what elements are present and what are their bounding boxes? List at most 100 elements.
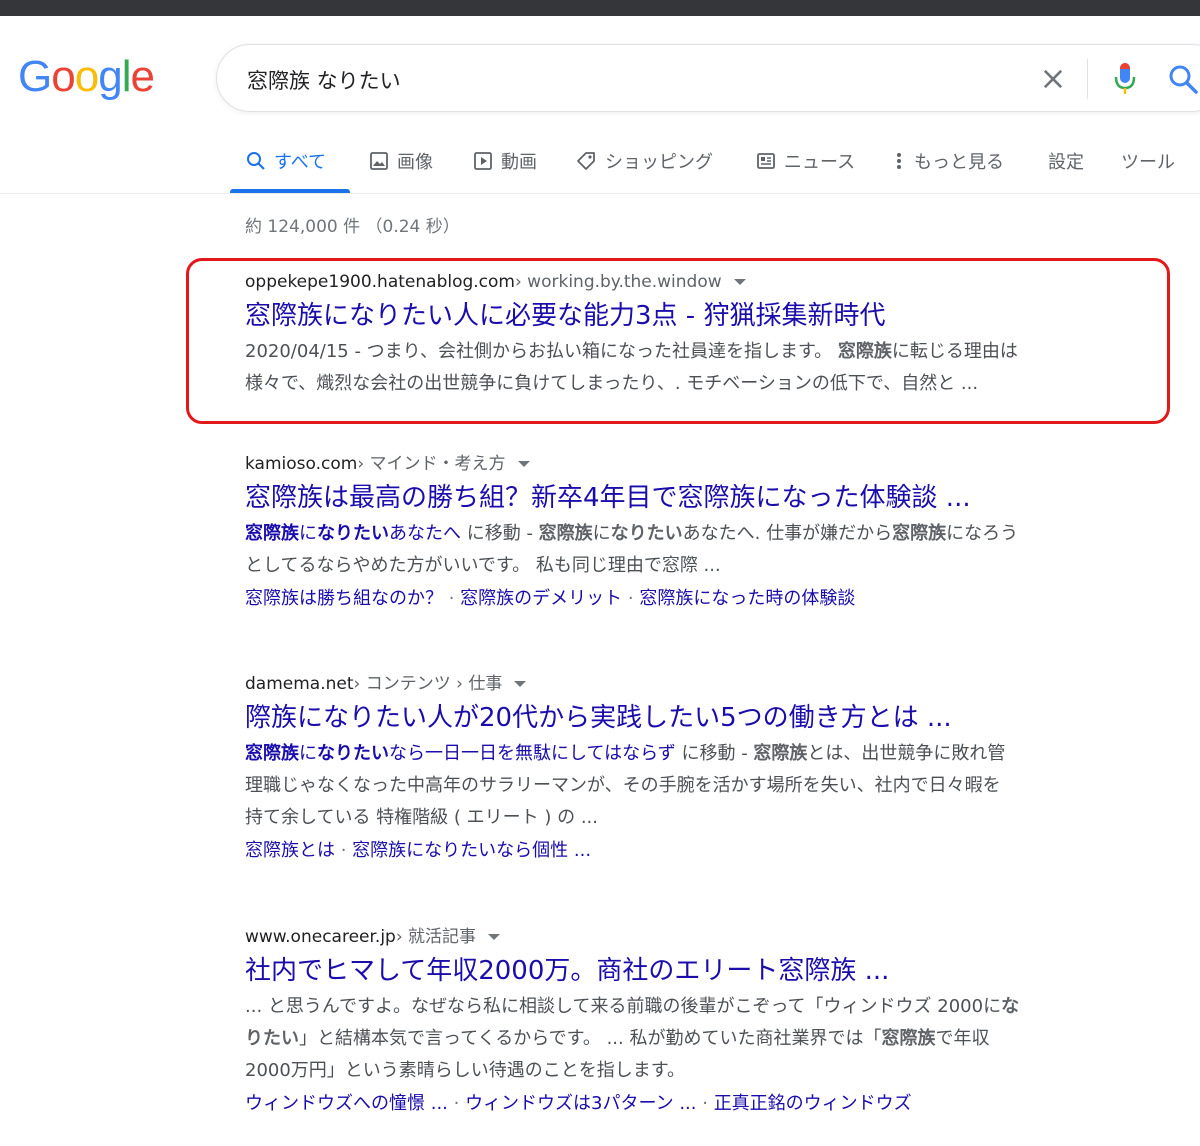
tab-more[interactable]: もっと見る [892, 144, 1004, 178]
snippet-text: 様々で、熾烈な会社の出世競争に負けてしまったり、. モチベーションの低下で、自然… [245, 373, 979, 394]
tab-label: すべて [274, 152, 327, 173]
snippet-text: 持て余している 特権階級 ( エリート ) の ... [245, 807, 598, 828]
snippet-keyword: なりたい [317, 523, 389, 544]
result-snippet: ... と思うんですよ。なぜなら私に相談して来る前職の後輩がこぞって「ウィンドウ… [245, 991, 1145, 1087]
snippet-text: になろう [946, 523, 1019, 544]
tab-all[interactable]: すべて [246, 144, 326, 178]
result-domain: www.onecareer.jp [245, 927, 396, 947]
result-sitelinks: 窓際族とは · 窓際族になりたいなら個性 ... [245, 840, 592, 861]
sitelink[interactable]: 正真正銘のウィンドウズ [714, 1093, 912, 1114]
sitelink[interactable]: 窓際族のデメリット [460, 588, 622, 609]
snippet-text: としてるならやめた方がいいです。 私も同じ理由で窓際 ... [245, 555, 721, 576]
snippet-text: なら一日一日を無駄にしてはならず [389, 743, 676, 764]
snippet-keyword: なりたい [317, 743, 389, 764]
snippet-text: 2020/04/15 - つまり、会社側からお払い箱になった社員達を指します。 [245, 341, 833, 362]
tab-shopping[interactable]: ショッピング [575, 144, 713, 178]
search-tabs: すべて 画像 動画 ショッピング ニュース もっと見る 設定 ツール [0, 130, 1200, 194]
result-url[interactable]: damema.net › コンテンツ › 仕事 [245, 672, 1145, 696]
microphone-icon[interactable] [1113, 61, 1137, 97]
result-path: › コンテンツ › 仕事 [353, 674, 503, 694]
chevron-down-icon[interactable] [517, 461, 530, 467]
snippet-text: あなたへ [389, 523, 461, 544]
sitelink[interactable]: 窓際族になった時の体験談 [639, 588, 855, 609]
snippet-text: に移動 - [675, 743, 754, 764]
snippet-text: に移動 - [461, 523, 539, 544]
tab-images[interactable]: 画像 [369, 144, 433, 178]
result-stats: 約 124,000 件 （0.24 秒） [245, 217, 460, 237]
snippet-text: 」と結構本気で言ってくるからです。 ... 私が勤めていた商社業界では「 [299, 1028, 882, 1049]
sitelink[interactable]: 窓際族とは [245, 840, 335, 861]
search-box[interactable]: 窓際族 なりたい [216, 44, 1200, 112]
result-title[interactable]: 際族になりたい人が20代から実践したい5つの働き方とは ... [245, 700, 1145, 736]
snippet-text: あなたへ. 仕事が嫌だから [682, 523, 893, 544]
jump-link[interactable]: 窓際族になりたいなら一日一日を無駄にしてはならず [245, 743, 676, 764]
video-icon [474, 152, 492, 170]
snippet-keyword: 窓際族 [538, 523, 593, 544]
tab-news[interactable]: ニュース [756, 144, 855, 178]
tab-label: ツール [1121, 152, 1175, 173]
chevron-down-icon[interactable] [733, 279, 746, 285]
result-title[interactable]: 社内でヒマして年収2000万。商社のエリート窓際族 ... [245, 953, 1145, 989]
more-vert-icon [897, 153, 901, 169]
search-icon[interactable] [1167, 63, 1199, 95]
search-icon [247, 152, 265, 170]
snippet-keyword: なりたい [610, 523, 683, 544]
result-url[interactable]: oppekepe1900.hatenablog.com › working.by… [245, 270, 1145, 294]
tab-label: ニュース [784, 152, 856, 173]
browser-top-bar [0, 0, 1200, 16]
search-result: oppekepe1900.hatenablog.com › working.by… [245, 270, 1145, 400]
search-divider [1087, 59, 1088, 99]
snippet-text: ... と思うんですよ。なぜなら私に相談して来る前職の後輩がこぞって「ウィンドウ… [245, 996, 1002, 1017]
active-tab-indicator [230, 189, 350, 193]
search-result: kamioso.com › マインド・考え方 窓際族は最高の勝ち組？新卒4年目で… [245, 452, 1145, 614]
tab-label: もっと見る [914, 152, 1004, 173]
search-input[interactable]: 窓際族 なりたい [247, 65, 401, 95]
result-path: › マインド・考え方 [357, 454, 506, 474]
snippet-keyword: 窓際族 [753, 743, 808, 764]
result-path: › working.by.the.window [514, 272, 722, 292]
snippet-text: に [299, 743, 317, 764]
snippet-keyword: 窓際族 [245, 523, 299, 544]
snippet-text: で年収 [935, 1028, 990, 1049]
tab-tools[interactable]: ツール [1121, 144, 1175, 178]
chevron-down-icon[interactable] [514, 681, 527, 687]
tab-label: 画像 [397, 152, 433, 173]
result-domain: kamioso.com [245, 454, 358, 474]
snippet-text: とは、出世競争に敗れ管 [807, 743, 1006, 764]
tag-icon [577, 152, 595, 170]
result-snippet: 窓際族になりたいあなたへ に移動 - 窓際族になりたいあなたへ. 仕事が嫌だから… [245, 518, 1145, 582]
result-sitelinks: ウィンドウズへの憧憬 ... · ウィンドウズは3パターン ... · 正真正銘… [245, 1093, 912, 1114]
result-title[interactable]: 窓際族は最高の勝ち組？新卒4年目で窓際族になった体験談 ... [245, 480, 1145, 516]
news-icon [757, 153, 775, 169]
result-url[interactable]: kamioso.com › マインド・考え方 [245, 452, 1145, 476]
result-url[interactable]: www.onecareer.jp › 就活記事 [245, 925, 1145, 949]
snippet-text: に [592, 523, 611, 544]
sitelink[interactable]: ウィンドウズは3パターン ... [465, 1093, 696, 1114]
image-icon [370, 152, 388, 170]
result-domain: damema.net [245, 674, 354, 694]
result-sitelinks: 窓際族は勝ち組なのか？ · 窓際族のデメリット · 窓際族になった時の体験談 [245, 588, 856, 609]
jump-link[interactable]: 窓際族になりたいあなたへ [245, 523, 461, 544]
snippet-text: 2000万円」という素晴らしい待遇のことを指します。 [245, 1060, 686, 1081]
tab-label: ショッピング [605, 152, 713, 173]
sitelink[interactable]: 窓際族は勝ち組なのか？ [245, 588, 443, 609]
snippet-keyword: 窓際族 [245, 743, 299, 764]
result-path: › 就活記事 [395, 927, 477, 947]
sitelink[interactable]: 窓際族になりたいなら個性 ... [352, 840, 591, 861]
snippet-text: 理職じゃなくなった中高年のサラリーマンが、その手腕を活かす場所を失い、社内で日々… [245, 775, 1001, 796]
tab-settings[interactable]: 設定 [1048, 144, 1084, 178]
snippet-text: に [299, 523, 317, 544]
google-logo[interactable]: Google [18, 52, 155, 102]
snippet-keyword: りたい [245, 1028, 299, 1049]
search-result: www.onecareer.jp › 就活記事 社内でヒマして年収2000万。商… [245, 925, 1145, 1119]
snippet-keyword: な [1001, 996, 1020, 1017]
tab-label: 動画 [501, 152, 537, 173]
snippet-keyword: 窓際族 [892, 523, 947, 544]
close-icon[interactable] [1039, 65, 1067, 93]
sitelink[interactable]: ウィンドウズへの憧憬 ... [245, 1093, 448, 1114]
result-domain: oppekepe1900.hatenablog.com [245, 272, 515, 292]
snippet-keyword: 窓際族 [881, 1028, 936, 1049]
chevron-down-icon[interactable] [488, 934, 501, 940]
tab-videos[interactable]: 動画 [473, 144, 537, 178]
result-title[interactable]: 窓際族になりたい人に必要な能力3点 - 狩猟採集新時代 [245, 298, 1145, 334]
